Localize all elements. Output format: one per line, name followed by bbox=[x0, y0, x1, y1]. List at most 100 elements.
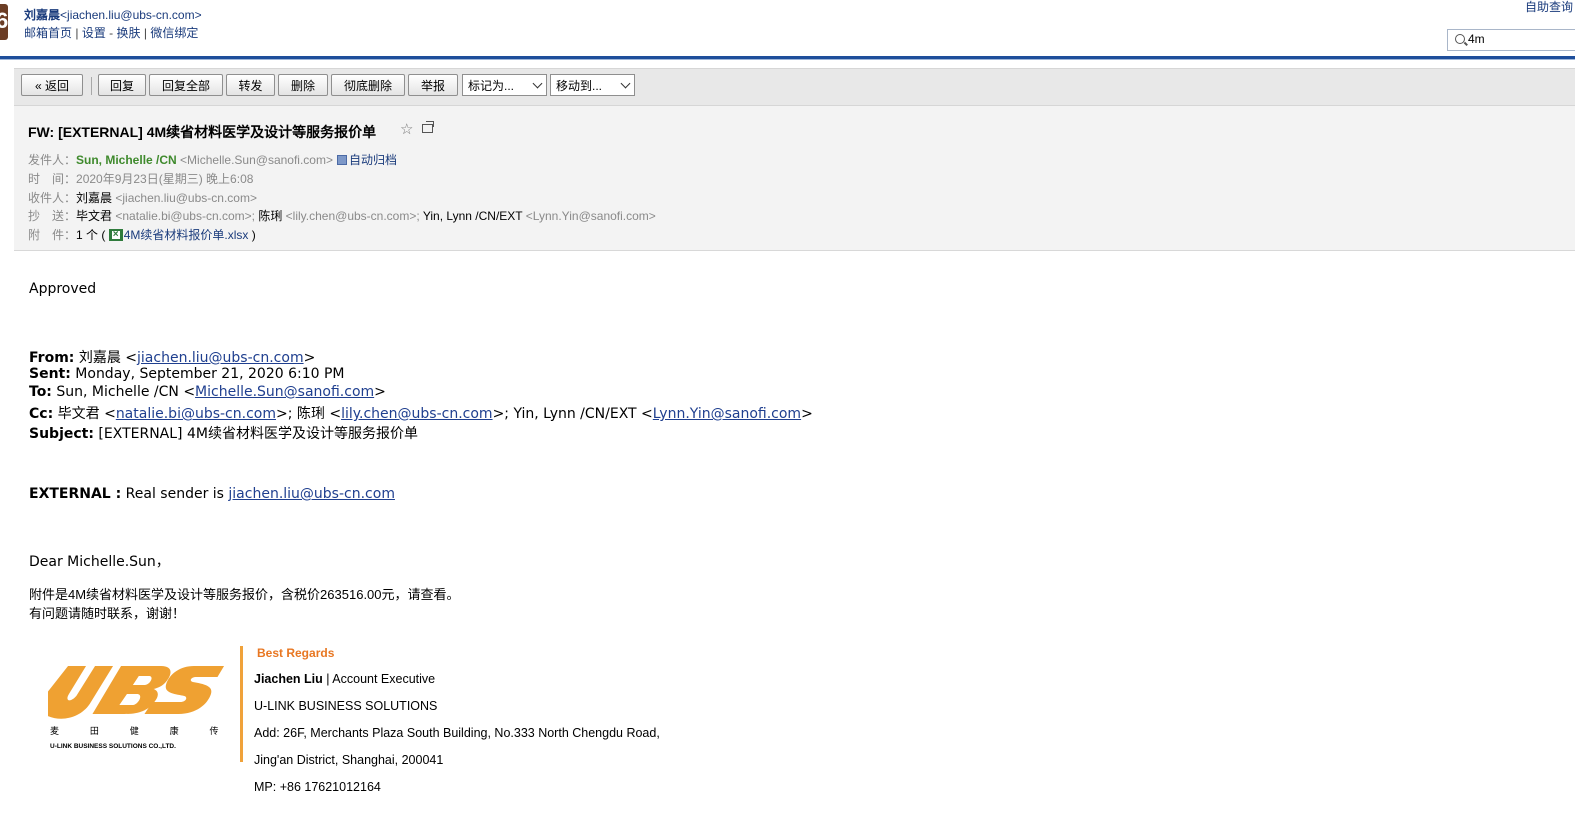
mark-as-dropdown[interactable]: 标记为... bbox=[462, 74, 547, 96]
cc-name[interactable]: Yin, Lynn /CN/EXT bbox=[423, 209, 523, 223]
body-line-1: 附件是4M续省材料医学及设计等服务报价，含税价263516.00元，请查看。 bbox=[29, 587, 460, 602]
link-settings[interactable]: 设置 bbox=[82, 26, 106, 40]
forward-button[interactable]: 转发 bbox=[226, 74, 275, 96]
from-name[interactable]: Sun, Michelle /CN bbox=[76, 153, 177, 167]
archive-icon bbox=[336, 155, 347, 165]
mail-header: FW: [EXTERNAL] 4M续省材料医学及设计等服务报价单 ☆ 发件人：S… bbox=[14, 106, 1575, 251]
fw-sent-label: Sent: bbox=[29, 366, 71, 382]
external-label: EXTERNAL : bbox=[29, 486, 122, 502]
signature-address-1: Add: 26F, Merchants Plaza South Building… bbox=[254, 726, 660, 740]
signature-name-line: Jiachen Liu | Account Executive bbox=[254, 672, 435, 686]
fw-sent-value: Monday, September 21, 2020 6:10 PM bbox=[70, 366, 345, 382]
move-to-dropdown[interactable]: 移动到... bbox=[550, 74, 635, 96]
fw-cc-email-link[interactable]: Lynn.Yin@sanofi.com bbox=[653, 406, 801, 422]
fw-to-label: To: bbox=[29, 384, 52, 400]
move-to-label: 移动到... bbox=[556, 79, 603, 93]
reply-all-button[interactable]: 回复全部 bbox=[149, 74, 223, 96]
cc-email: <lily.chen@ubs-cn.com>; bbox=[285, 209, 420, 223]
header-divider-light bbox=[0, 59, 1575, 60]
self-help-link[interactable]: 自助查询 bbox=[1525, 0, 1573, 15]
top-header: 6 刘嘉晨<jiachen.liu@ubs-cn.com> 邮箱首页 | 设置 … bbox=[0, 0, 1575, 60]
report-button[interactable]: 举报 bbox=[408, 74, 458, 96]
star-icon[interactable]: ☆ bbox=[400, 120, 413, 138]
link-wechat-bind[interactable]: 微信绑定 bbox=[150, 26, 198, 40]
link-mailbox-home[interactable]: 邮箱首页 bbox=[24, 26, 72, 40]
to-email: <jiachen.liu@ubs-cn.com> bbox=[115, 191, 257, 205]
fw-to-name: Sun, Michelle /CN < bbox=[51, 384, 196, 400]
attachment-row: 附 件：1 个 ( × 4M续省材料报价单.xlsx ) bbox=[28, 226, 256, 243]
permanent-delete-button[interactable]: 彻底删除 bbox=[331, 74, 405, 96]
from-row: 发件人：Sun, Michelle /CN <Michelle.Sun@sano… bbox=[28, 151, 397, 168]
from-email: <Michelle.Sun@sanofi.com> bbox=[180, 153, 333, 167]
logo-company-text: U-LINK BUSINESS SOLUTIONS CO.,LTD. bbox=[50, 743, 176, 750]
signature-divider bbox=[240, 646, 243, 762]
attachment-close-paren: ) bbox=[251, 228, 256, 242]
fw-subject-value: [EXTERNAL] 4M续省材料医学及设计等服务报价单 bbox=[93, 426, 418, 442]
avatar[interactable]: 6 bbox=[0, 4, 8, 40]
external-sender-link[interactable]: jiachen.liu@ubs-cn.com bbox=[228, 486, 395, 502]
fw-from-line: From: 刘嘉晨 <jiachen.liu@ubs-cn.com> bbox=[29, 350, 316, 366]
logo-chinese-text: 麦 田 健 康 传 播 bbox=[50, 725, 228, 737]
fw-subject-line: Subject: [EXTERNAL] 4M续省材料医学及设计等服务报价单 bbox=[29, 423, 418, 443]
fw-cc-email-link[interactable]: natalie.bi@ubs-cn.com bbox=[116, 406, 276, 422]
excel-file-icon: × bbox=[108, 229, 123, 241]
to-row: 收件人：刘嘉晨 <jiachen.liu@ubs-cn.com> bbox=[28, 189, 257, 206]
toolbar-separator bbox=[91, 77, 92, 95]
fw-from-email-link[interactable]: jiachen.liu@ubs-cn.com bbox=[137, 350, 304, 366]
fw-cc-line: Cc: 毕文君 <natalie.bi@ubs-cn.com>; 陈琍 <lil… bbox=[29, 406, 813, 422]
mail-subject: FW: [EXTERNAL] 4M续省材料医学及设计等服务报价单 bbox=[28, 124, 377, 140]
external-warning: EXTERNAL : Real sender is jiachen.liu@ub… bbox=[29, 486, 395, 502]
to-name[interactable]: 刘嘉晨 bbox=[76, 191, 112, 205]
search-input[interactable] bbox=[1468, 31, 1575, 47]
signature-mobile: MP: +86 17621012164 bbox=[254, 780, 381, 794]
mail-search-box[interactable] bbox=[1447, 29, 1575, 51]
user-name[interactable]: 刘嘉晨 bbox=[24, 8, 60, 22]
external-text: Real sender is bbox=[121, 486, 229, 502]
fw-cc-text: >; Yin, Lynn /CN/EXT < bbox=[492, 406, 653, 422]
signature-regards: Best Regards bbox=[257, 646, 335, 660]
fw-cc-label: Cc: bbox=[29, 406, 54, 422]
attachment-label: 附 件： bbox=[28, 228, 77, 242]
greeting: Dear Michelle.Sun， bbox=[29, 554, 170, 570]
fw-cc-email-link[interactable]: lily.chen@ubs-cn.com bbox=[341, 406, 493, 422]
mail-toolbar: « 返回 回复 回复全部 转发 删除 彻底删除 举报 标记为... 移动到... bbox=[14, 68, 1575, 106]
auto-archive-link[interactable]: 自动归档 bbox=[349, 153, 397, 167]
ubs-logo: 麦 田 健 康 传 播 U-LINK BUSINESS SOLUTIONS CO… bbox=[48, 666, 228, 750]
cc-row: 抄 送：毕文君 <natalie.bi@ubs-cn.com>; 陈琍 <lil… bbox=[28, 207, 656, 224]
to-label: 收件人： bbox=[28, 191, 77, 205]
fw-subject-label: Subject: bbox=[29, 426, 94, 442]
chevron-down-icon bbox=[620, 78, 631, 89]
fw-cc-text: >; 陈琍 < bbox=[275, 406, 342, 422]
fw-to-line: To: Sun, Michelle /CN <Michelle.Sun@sano… bbox=[29, 384, 386, 400]
signature-name: Jiachen Liu bbox=[254, 672, 323, 686]
signature-title: | Account Executive bbox=[322, 672, 436, 686]
open-new-window-icon[interactable] bbox=[422, 121, 434, 133]
cc-label: 抄 送： bbox=[28, 209, 77, 223]
time-row: 时 间：2020年9月23日(星期三) 晚上6:08 bbox=[28, 170, 253, 187]
signature-company: U-LINK BUSINESS SOLUTIONS bbox=[254, 699, 438, 713]
signature-address-2: Jing'an District, Shanghai, 200041 bbox=[254, 753, 444, 767]
fw-sent-line: Sent: Monday, September 21, 2020 6:10 PM bbox=[29, 366, 345, 382]
cc-name[interactable]: 毕文君 bbox=[76, 209, 112, 223]
fw-to-email-link[interactable]: Michelle.Sun@sanofi.com bbox=[195, 384, 374, 400]
search-icon bbox=[1455, 34, 1465, 44]
from-label: 发件人： bbox=[28, 153, 77, 167]
fw-from-label: From: bbox=[29, 350, 75, 366]
delete-button[interactable]: 删除 bbox=[278, 74, 328, 96]
user-links: 邮箱首页 | 设置 - 换肤 | 微信绑定 bbox=[24, 26, 199, 40]
mark-as-label: 标记为... bbox=[468, 79, 515, 93]
chevron-down-icon bbox=[532, 78, 543, 89]
cc-name[interactable]: 陈琍 bbox=[258, 209, 282, 223]
body-approved: Approved bbox=[29, 281, 97, 297]
cc-email: <Lynn.Yin@sanofi.com> bbox=[525, 209, 656, 223]
fw-from-name: 刘嘉晨 < bbox=[74, 350, 138, 366]
reply-button[interactable]: 回复 bbox=[98, 74, 146, 96]
send-time: 2020年9月23日(星期三) 晚上6:08 bbox=[76, 172, 254, 186]
time-label: 时 间： bbox=[28, 172, 77, 186]
attachment-count: 1 个 ( bbox=[76, 228, 106, 242]
back-button[interactable]: « 返回 bbox=[21, 74, 83, 96]
user-identity: 刘嘉晨<jiachen.liu@ubs-cn.com> bbox=[24, 6, 202, 23]
attachment-link[interactable]: 4M续省材料报价单.xlsx bbox=[124, 228, 249, 242]
link-skin[interactable]: 换肤 bbox=[117, 26, 141, 40]
fw-cc-text: 毕文君 < bbox=[53, 406, 116, 422]
